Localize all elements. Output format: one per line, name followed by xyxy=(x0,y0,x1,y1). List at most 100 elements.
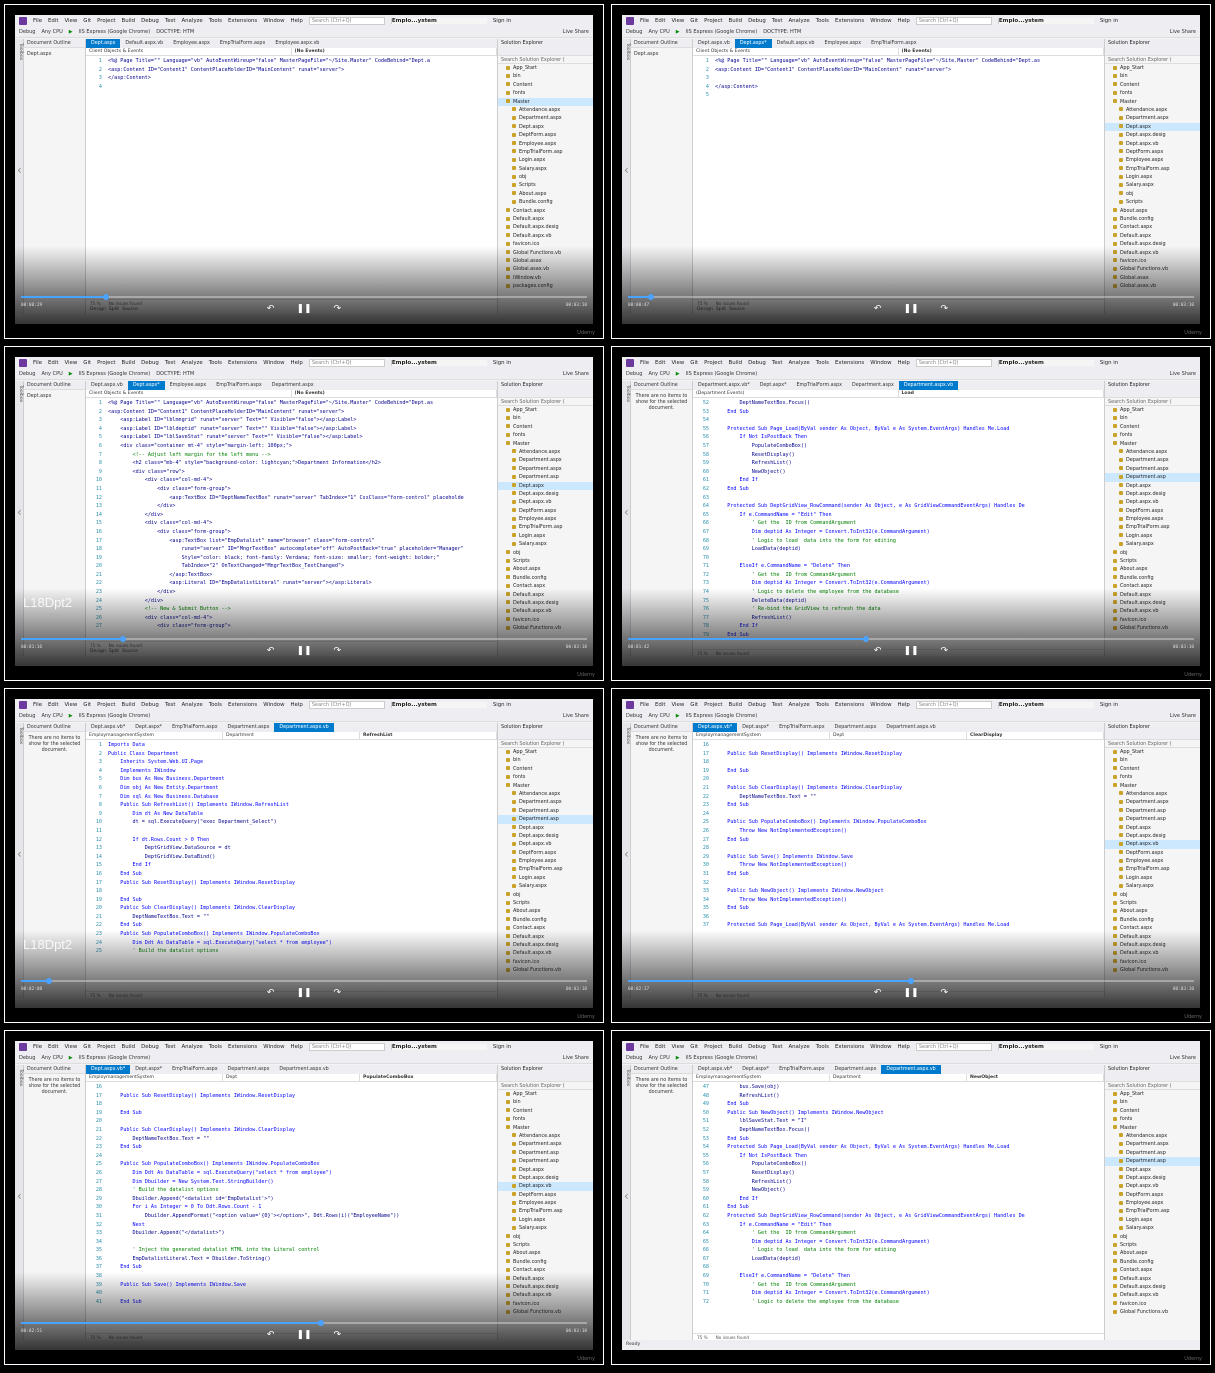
solution-search-input[interactable]: Search Solution Explorer ( xyxy=(1105,740,1200,748)
menu-item[interactable]: Window xyxy=(870,702,891,708)
tree-item[interactable]: Scripts xyxy=(1105,557,1200,565)
pause-icon[interactable]: ❚❚ xyxy=(296,646,311,658)
document-tab[interactable]: EmpTrialForm.aspx xyxy=(167,1065,222,1074)
platform-select[interactable]: Any CPU xyxy=(648,371,669,377)
platform-select[interactable]: Any CPU xyxy=(41,1055,62,1061)
menu-item[interactable]: Debug xyxy=(748,360,766,366)
menu-item[interactable]: Window xyxy=(870,360,891,366)
run-button[interactable]: ▶ xyxy=(69,1055,73,1061)
tree-item[interactable]: Employee.aspx xyxy=(1105,156,1200,164)
tree-item[interactable]: Department.aspx xyxy=(1105,798,1200,806)
tree-item[interactable]: DeptForm.aspx xyxy=(1105,849,1200,857)
menu-item[interactable]: Project xyxy=(704,1044,722,1050)
menu-item[interactable]: Window xyxy=(870,18,891,24)
menu-item[interactable]: Edit xyxy=(655,18,665,24)
document-tab[interactable]: Dept.aspx.vb* xyxy=(693,1065,737,1074)
tree-item[interactable]: Login.aspx xyxy=(498,156,593,164)
live-share-button[interactable]: Live Share xyxy=(1170,371,1196,377)
navigation-dropdown[interactable]: PopulateComboBox xyxy=(360,1074,497,1081)
tree-item[interactable]: App_Start xyxy=(498,748,593,756)
tree-item[interactable]: Login.aspx xyxy=(498,532,593,540)
live-share-button[interactable]: Live Share xyxy=(563,371,589,377)
menu-item[interactable]: View xyxy=(64,702,77,708)
document-tab[interactable]: Department.aspx.vb xyxy=(881,1065,941,1074)
sign-in-link[interactable]: Sign in xyxy=(1100,702,1118,708)
menu-item[interactable]: Analyze xyxy=(788,702,809,708)
document-tab[interactable]: EmpTrialForm.aspx xyxy=(792,381,847,390)
menu-item[interactable]: Test xyxy=(165,1044,176,1050)
tree-item[interactable]: Attendance.aspx xyxy=(498,790,593,798)
menu-item[interactable]: Help xyxy=(291,18,303,24)
tree-item[interactable]: obj xyxy=(1105,549,1200,557)
tree-item[interactable]: Login.aspx xyxy=(1105,173,1200,181)
tree-item[interactable]: Default.aspx.desig xyxy=(498,223,593,231)
document-tab[interactable]: EmpTrialForm.aspx xyxy=(211,381,266,390)
run-target[interactable]: IIS Express (Google Chrome) xyxy=(79,371,151,377)
tree-item[interactable]: Default.aspx.desig xyxy=(1105,1283,1200,1291)
tree-item[interactable]: DeptForm.aspx xyxy=(498,131,593,139)
tree-item[interactable]: bin xyxy=(498,72,593,80)
tree-item[interactable]: Bundle.config xyxy=(1105,215,1200,223)
tree-item[interactable]: Scripts xyxy=(498,181,593,189)
tree-item[interactable]: EmpTrialForm.asp xyxy=(498,1207,593,1215)
code-area[interactable]: 47 bus.Save(obj) 48 RefreshList() 49 End S… xyxy=(693,1082,1104,1333)
progress-bar[interactable] xyxy=(628,636,1194,642)
tree-item[interactable]: Employee.aspx xyxy=(1105,1199,1200,1207)
tree-item[interactable]: Bundle.config xyxy=(498,574,593,582)
menu-item[interactable]: Extensions xyxy=(228,360,257,366)
tree-item[interactable]: Contact.aspx xyxy=(498,207,593,215)
menu-item[interactable]: Extensions xyxy=(835,360,864,366)
run-button[interactable]: ▶ xyxy=(676,371,680,377)
tree-item[interactable]: Content xyxy=(1105,1107,1200,1115)
tree-item[interactable]: Content xyxy=(498,81,593,89)
tree-item[interactable]: EmpTrialForm.asp xyxy=(498,148,593,156)
tree-item[interactable]: App_Start xyxy=(1105,748,1200,756)
menu-item[interactable]: Analyze xyxy=(181,360,202,366)
document-tab[interactable]: EmpTrialForm.aspx xyxy=(774,1065,829,1074)
rewind-icon[interactable]: ↶ xyxy=(267,304,275,316)
tree-item[interactable]: App_Start xyxy=(498,1090,593,1098)
tree-item[interactable]: bin xyxy=(1105,1098,1200,1106)
tree-item[interactable]: Master xyxy=(1105,440,1200,448)
tree-item[interactable]: Dept.aspx xyxy=(498,1166,593,1174)
progress-handle[interactable] xyxy=(46,978,53,984)
tree-item[interactable]: Bundle.config xyxy=(1105,574,1200,582)
menu-item[interactable]: Help xyxy=(898,18,910,24)
tree-item[interactable]: DeptForm.aspx xyxy=(1105,148,1200,156)
tree-item[interactable]: Scripts xyxy=(498,1241,593,1249)
menu-item[interactable]: Debug xyxy=(141,360,159,366)
tree-item[interactable]: Department.asp xyxy=(1105,1149,1200,1157)
tree-item[interactable]: Department.asp xyxy=(498,815,593,824)
document-tab[interactable]: Dept.aspx xyxy=(86,39,121,48)
doctype-select[interactable]: DOCTYPE: HTM xyxy=(156,29,194,35)
solution-search-input[interactable]: Search Solution Explorer ( xyxy=(1105,398,1200,406)
navigation-dropdown[interactable]: (No Events) xyxy=(292,48,497,55)
navigation-dropdown[interactable]: Department xyxy=(223,732,360,739)
search-input[interactable]: Search (Ctrl+Q) xyxy=(915,359,992,367)
previous-arrow-icon[interactable]: ‹ xyxy=(624,1189,629,1203)
tree-item[interactable]: Bundle.config xyxy=(498,198,593,206)
forward-icon[interactable]: ↷ xyxy=(941,304,949,316)
document-tab[interactable]: Department.aspx xyxy=(223,723,275,732)
menu-item[interactable]: Edit xyxy=(48,1044,58,1050)
menu-item[interactable]: Git xyxy=(83,360,91,366)
pause-icon[interactable]: ❚❚ xyxy=(296,1330,311,1342)
tree-item[interactable]: fonts xyxy=(1105,1115,1200,1123)
tree-item[interactable]: Default.aspx xyxy=(1105,1275,1200,1283)
menu-item[interactable]: Edit xyxy=(655,1044,665,1050)
rewind-icon[interactable]: ↶ xyxy=(874,646,882,658)
menu-item[interactable]: Edit xyxy=(655,702,665,708)
tree-item[interactable]: Login.aspx xyxy=(498,874,593,882)
tree-item[interactable]: Department.asp xyxy=(1105,473,1200,482)
menu-item[interactable]: Project xyxy=(704,18,722,24)
tree-item[interactable]: Dept.aspx.desig xyxy=(1105,1174,1200,1182)
config-select[interactable]: Debug xyxy=(19,713,35,719)
document-tab[interactable]: Dept.aspx.vb xyxy=(693,39,735,48)
run-target[interactable]: IIS Express (Google Chrome) xyxy=(686,1055,758,1061)
tree-item[interactable]: Attendance.aspx xyxy=(1105,1132,1200,1140)
sign-in-link[interactable]: Sign in xyxy=(1100,18,1118,24)
document-tab[interactable]: Dept.aspx.vb* xyxy=(86,1065,131,1074)
progress-handle[interactable] xyxy=(647,294,654,300)
tree-item[interactable]: Attendance.aspx xyxy=(498,106,593,114)
tree-item[interactable]: Dept.aspx.desig xyxy=(1105,131,1200,139)
